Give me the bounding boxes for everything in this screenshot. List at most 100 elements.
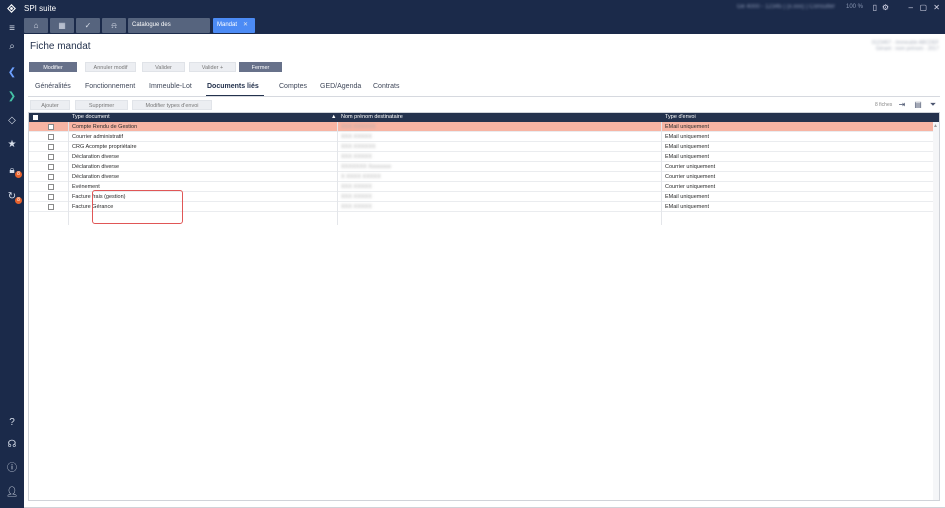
mandat-info: 0123457 - Immeuble ABCDEF Gérant : nom p… <box>872 40 939 52</box>
fermer-button[interactable]: Fermer <box>239 62 282 72</box>
cell-envoi: EMail uniquement <box>665 194 710 200</box>
table-row[interactable]: Déclaration diverse XXX XXXXX EMail uniq… <box>29 152 939 162</box>
help-icon[interactable]: ? <box>4 415 20 431</box>
calendar-icon: ▦ <box>58 21 66 30</box>
valider-button[interactable]: Valider <box>142 62 185 72</box>
close-button[interactable]: ✕ <box>933 3 940 12</box>
sort-asc-icon[interactable]: ▲ <box>331 113 336 122</box>
cell-nom: XXX XXXXX <box>341 154 372 160</box>
section-tabs: Généralités Fonctionnement Immeuble-Lot … <box>24 82 945 97</box>
cell-nom: X XXXX XXXXX <box>341 174 381 180</box>
row-checkbox[interactable] <box>48 184 54 190</box>
tab-generalites[interactable]: Généralités <box>35 83 71 90</box>
tab-immeuble-lot[interactable]: Immeuble-Lot <box>149 83 192 90</box>
notification-badge: 8 <box>15 171 22 178</box>
tasks-button[interactable]: ✓ <box>76 18 100 33</box>
cell-type: Déclaration diverse <box>72 164 120 170</box>
lock-icon[interactable]: 🔒︎ 8 <box>4 163 22 179</box>
ajouter-button[interactable]: Ajouter <box>30 100 70 110</box>
record-count: 8 fiches <box>875 102 893 108</box>
user-icon[interactable]: 👤︎ <box>4 485 20 501</box>
filter-icon[interactable]: ⏷ <box>928 100 938 110</box>
cell-envoi: EMail uniquement <box>665 154 710 160</box>
tabs-divider <box>28 96 940 97</box>
tab-fonctionnement[interactable]: Fonctionnement <box>85 83 135 90</box>
scroll-up-icon[interactable]: ▲ <box>933 123 938 129</box>
notifications-button[interactable]: ⍾ <box>102 18 126 33</box>
cell-envoi: EMail uniquement <box>665 204 710 210</box>
column-divider <box>661 122 662 225</box>
tab-ged-agenda[interactable]: GED/Agenda <box>320 83 361 90</box>
cell-nom: XXX XXXXXX <box>341 144 376 150</box>
row-checkbox[interactable] <box>48 174 54 180</box>
favorites-icon[interactable]: ★ <box>4 137 20 153</box>
row-checkbox[interactable] <box>48 154 54 160</box>
column-divider <box>337 122 338 225</box>
annuler-modif-button[interactable]: Annuler modif <box>85 62 136 72</box>
home-button[interactable]: ⌂ <box>24 18 48 33</box>
info-icon[interactable]: ⓘ <box>4 461 20 477</box>
row-checkbox[interactable] <box>48 194 54 200</box>
table-row[interactable]: Déclaration diverse XXXXXXX Xxxxxxxx Cou… <box>29 162 939 172</box>
cell-envoi: Courrier uniquement <box>665 184 716 190</box>
table-row[interactable]: Compte Rendu de Gestion XXX XXXXXX EMail… <box>29 122 939 132</box>
cell-envoi: Courrier uniquement <box>665 174 716 180</box>
user-info: Ge 4000 - 12345 | (x.xxx) | Consulter <box>736 4 835 10</box>
highlight-annotation <box>92 190 183 224</box>
calendar-button[interactable]: ▦ <box>50 18 74 33</box>
row-checkbox[interactable] <box>48 124 54 130</box>
close-tab-icon[interactable]: ✕ <box>243 22 248 28</box>
navigate-back-icon[interactable]: ❮ <box>4 65 20 81</box>
maximize-button[interactable]: ▢ <box>919 3 927 12</box>
cell-type: Déclaration diverse <box>72 154 120 160</box>
cell-nom: XXX XXXXX <box>341 204 372 210</box>
column-header-nom[interactable]: Nom prénom destinataire <box>341 113 403 122</box>
tab-documents-lies[interactable]: Documents liés <box>207 83 259 90</box>
sync-icon[interactable]: ↻ 8 <box>4 189 22 205</box>
table-row[interactable]: CRG Acompte propriétaire XXX XXXXXX EMai… <box>29 142 939 152</box>
modifier-button[interactable]: Modifier <box>29 62 77 72</box>
select-all-checkbox[interactable] <box>33 115 38 120</box>
grid-header: Type document ▲ Nom prénom destinataire … <box>29 113 939 122</box>
grid-scrollbar[interactable]: ▲ <box>933 122 939 500</box>
table-row[interactable]: Courrier administratif XXX XXXXX EMail u… <box>29 132 939 142</box>
column-header-type[interactable]: Type document <box>72 113 110 122</box>
document-tabbar: ⌂ ▦ ✓ ⍾ Catalogue des mandats✕ Mandat ✕ <box>24 17 945 43</box>
cell-envoi: EMail uniquement <box>665 144 710 150</box>
valider-plus-button[interactable]: Valider + <box>189 62 236 72</box>
row-checkbox[interactable] <box>48 164 54 170</box>
cell-envoi: Courrier uniquement <box>665 164 716 170</box>
row-checkbox[interactable] <box>48 144 54 150</box>
modifier-types-envoi-button[interactable]: Modifier types d'envoi <box>132 100 212 110</box>
navigate-forward-icon[interactable]: ❯ <box>4 89 20 105</box>
row-checkbox[interactable] <box>48 134 54 140</box>
search-icon[interactable]: ⌕ <box>4 39 20 55</box>
title-bar: SPI suite Ge 4000 - 12345 | (x.xxx) | Co… <box>0 0 945 17</box>
row-checkbox[interactable] <box>48 204 54 210</box>
bell-icon: ⍾ <box>111 21 117 30</box>
supprimer-button[interactable]: Supprimer <box>75 100 128 110</box>
column-header-envoi[interactable]: Type d'envoi <box>665 113 696 122</box>
cell-type: Déclaration diverse <box>72 174 120 180</box>
settings-icon[interactable]: ⚙ <box>882 3 889 12</box>
tab-comptes[interactable]: Comptes <box>279 83 307 90</box>
minimize-button[interactable]: – <box>909 3 913 12</box>
app-title: SPI suite <box>24 4 57 13</box>
check-icon: ✓ <box>84 21 92 30</box>
home-icon: ⌂ <box>33 21 39 30</box>
code-icon[interactable]: ◇ <box>4 113 20 129</box>
table-row[interactable]: Déclaration diverse X XXXX XXXXX Courrie… <box>29 172 939 182</box>
tab-mandat[interactable]: Mandat ✕ <box>213 18 255 33</box>
cell-type: Courrier administratif <box>72 134 124 140</box>
column-divider <box>68 122 69 225</box>
document-icon[interactable]: ▯ <box>873 3 877 12</box>
tab-contrats[interactable]: Contrats <box>373 83 399 90</box>
support-icon[interactable]: ☊ <box>4 437 20 453</box>
tab-label: Mandat <box>217 22 238 28</box>
cell-envoi: EMail uniquement <box>665 134 710 140</box>
tab-catalogue-mandats[interactable]: Catalogue des mandats✕ <box>128 18 210 43</box>
columns-icon[interactable]: ▤ <box>913 100 923 110</box>
notification-badge: 8 <box>15 197 22 204</box>
export-icon[interactable]: ⇥ <box>897 100 907 110</box>
menu-icon[interactable]: ≡ <box>4 21 20 37</box>
